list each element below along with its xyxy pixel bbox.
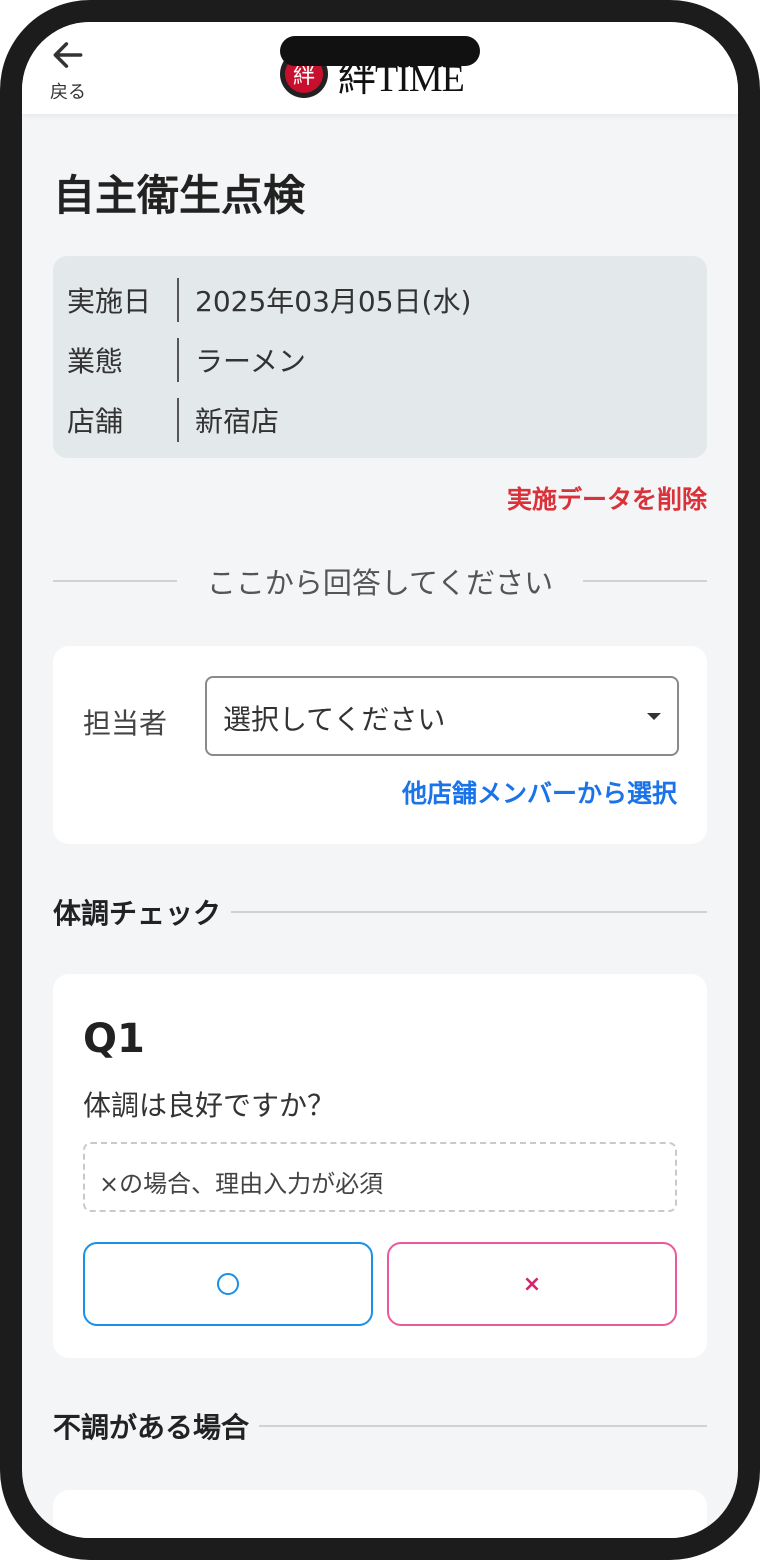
info-value: ラーメン: [195, 345, 306, 378]
question-note-text: ×の場合、理由入力が必須: [99, 1170, 384, 1198]
info-label: 店舗: [67, 405, 124, 438]
question-number: Q2: [83, 1532, 145, 1538]
question-text: 体調は良好ですか？: [83, 1089, 336, 1122]
info-row-store: 店舗 新宿店: [67, 390, 693, 450]
divider-line: [583, 580, 708, 582]
info-row-business-type: 業態 ラーメン: [67, 330, 693, 390]
delete-data-link[interactable]: 実施データを削除: [53, 480, 707, 516]
question-note: ×の場合、理由入力が必須: [83, 1142, 677, 1212]
info-separator: [177, 338, 179, 382]
question-card-q2: Q2: [53, 1490, 707, 1538]
circle-icon: [217, 1273, 239, 1295]
arrow-left-icon: [53, 42, 83, 68]
cross-icon: ×: [522, 1271, 542, 1297]
answer-divider: ここから回答してください: [53, 560, 708, 602]
section-line: [259, 1425, 707, 1427]
section-health-check: 体調チェック: [53, 892, 707, 932]
divider-line: [53, 580, 177, 582]
phone-frame: 戻る 絆 絆TIME 自主衛生点検 実施日 2025年03月05日(水) 業態: [0, 0, 760, 1560]
info-value: 2025年03月05日(水): [195, 285, 472, 318]
info-separator: [177, 278, 179, 322]
section-title: 不調がある場合: [53, 1411, 250, 1444]
delete-data-label[interactable]: 実施データを削除: [507, 485, 707, 514]
other-store-member-link[interactable]: 他店舗メンバーから選択: [402, 774, 677, 810]
inspection-info-box: 実施日 2025年03月05日(水) 業態 ラーメン 店舗 新宿店: [53, 256, 707, 458]
assignee-select-value: 選択してください: [223, 703, 446, 736]
caret-down-icon: [647, 713, 661, 720]
section-if-unwell: 不調がある場合: [53, 1406, 707, 1446]
section-line: [231, 911, 707, 913]
info-row-date: 実施日 2025年03月05日(水): [67, 270, 693, 330]
info-separator: [177, 398, 179, 442]
section-title: 体調チェック: [53, 897, 222, 930]
assignee-select[interactable]: 選択してください: [205, 676, 679, 756]
question-card-q1: Q1 体調は良好ですか？ ×の場合、理由入力が必須 ×: [53, 974, 707, 1358]
info-value: 新宿店: [195, 405, 280, 438]
main-content: 自主衛生点検 実施日 2025年03月05日(水) 業態 ラーメン 店舗 新宿店: [53, 114, 708, 1538]
page-title: 自主衛生点検: [53, 171, 306, 220]
info-label: 業態: [67, 345, 124, 378]
answer-ok-button[interactable]: [83, 1242, 373, 1326]
camera-notch: [280, 36, 480, 66]
screen: 戻る 絆 絆TIME 自主衛生点検 実施日 2025年03月05日(水) 業態: [22, 22, 738, 1538]
question-number: Q1: [83, 1016, 145, 1062]
info-label: 実施日: [67, 285, 152, 318]
assignee-label: 担当者: [83, 707, 168, 740]
answer-ng-button[interactable]: ×: [387, 1242, 677, 1326]
assignee-card: 担当者 選択してください 他店舗メンバーから選択: [53, 646, 707, 844]
back-button[interactable]: 戻る: [38, 36, 98, 106]
divider-text: ここから回答してください: [206, 566, 554, 600]
back-label: 戻る: [50, 82, 86, 103]
